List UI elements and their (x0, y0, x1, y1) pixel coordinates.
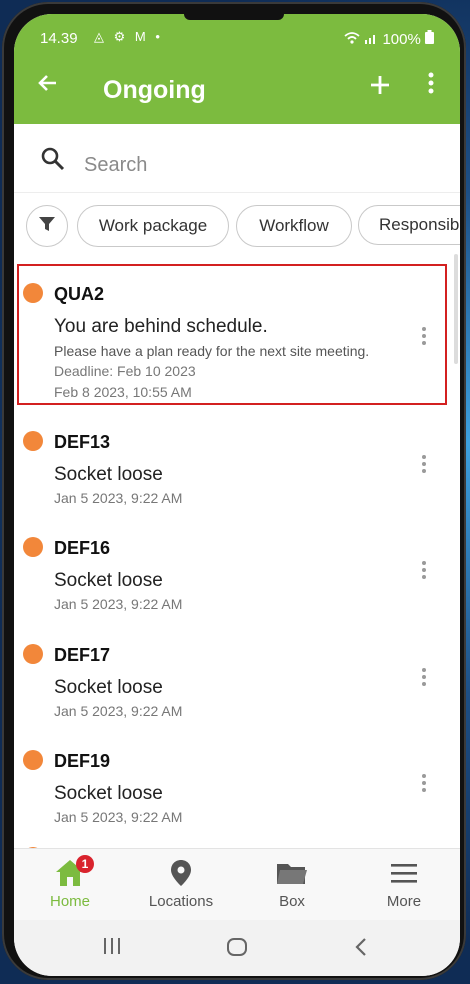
item-code: QUA2 (54, 284, 105, 304)
status-right: 100% (344, 30, 434, 48)
page-title: Ongoing (103, 76, 206, 104)
item-subject: Socket loose (54, 464, 163, 485)
status-dot (23, 283, 43, 303)
item-timestamp: Feb 8 2023, 10:55 AM (54, 384, 192, 400)
system-nav-bar (14, 920, 460, 976)
status-bar: 14.39 ◬ ⚙ M • 100% (14, 14, 460, 54)
overflow-menu-icon[interactable] (426, 72, 436, 94)
item-menu-icon[interactable] (418, 327, 430, 348)
scrollbar[interactable] (454, 254, 458, 364)
nav-locations[interactable]: Locations (131, 857, 231, 910)
notification-badge: 1 (76, 855, 94, 873)
chip-responsible[interactable]: Responsibl (358, 205, 460, 245)
item-timestamp: Jan 5 2023, 9:22 AM (54, 596, 183, 612)
nav-home[interactable]: 1 Home (20, 855, 120, 910)
screen: 14.39 ◬ ⚙ M • 100% Ongoing Search Work p… (14, 14, 460, 976)
add-icon[interactable] (368, 68, 392, 105)
item-code: DEF13 (54, 432, 111, 452)
chip-workflow[interactable]: Workflow (236, 205, 352, 247)
filter-chips: Work package Workflow Responsibl (14, 194, 460, 254)
item-menu-icon[interactable] (418, 561, 430, 582)
status-icons: ◬ ⚙ M • (94, 29, 163, 44)
back-system-icon[interactable] (354, 936, 368, 964)
signal-icon (364, 31, 382, 48)
item-code: DEF17 (54, 645, 111, 665)
app-bar: Ongoing (14, 54, 460, 124)
item-description: Please have a plan ready for the next si… (54, 343, 370, 359)
item-subject: Socket loose (54, 783, 163, 804)
back-arrow-icon[interactable] (36, 70, 60, 102)
nav-box[interactable]: Box (242, 857, 342, 910)
status-dot (23, 537, 43, 557)
search-bar[interactable]: Search (14, 124, 460, 193)
nav-more-label: More (386, 893, 422, 910)
item-timestamp: Jan 5 2023, 9:22 AM (54, 809, 183, 825)
item-menu-icon[interactable] (418, 455, 430, 476)
list-item[interactable]: QUA2 You are behind schedule. Please hav… (14, 254, 460, 408)
menu-icon (390, 862, 418, 888)
item-subject: Socket loose (54, 677, 163, 698)
list-item[interactable]: DEF17 Socket loose Jan 5 2023, 9:22 AM (14, 620, 460, 727)
item-timestamp: Jan 5 2023, 9:22 AM (54, 703, 183, 719)
item-subject: Socket loose (54, 570, 163, 591)
item-timestamp: Jan 5 2023, 9:22 AM (54, 490, 183, 506)
battery-icon (425, 30, 434, 48)
item-code: DEF19 (54, 751, 111, 771)
bottom-navigation: 1 Home Locations Box More (14, 848, 460, 921)
filter-icon (38, 215, 56, 238)
chip-work-package[interactable]: Work package (77, 205, 229, 247)
item-deadline: Deadline: Feb 10 2023 (54, 363, 196, 379)
item-menu-icon[interactable] (418, 774, 430, 795)
folder-icon (276, 860, 308, 890)
status-dot (23, 644, 43, 664)
list-item[interactable]: DEF19 Socket loose Jan 5 2023, 9:22 AM (14, 726, 460, 834)
status-dot (23, 431, 43, 451)
phone-frame: 14.39 ◬ ⚙ M • 100% Ongoing Search Work p… (2, 2, 466, 980)
list-item[interactable]: DEF13 Socket loose Jan 5 2023, 9:22 AM (14, 407, 460, 514)
search-input[interactable]: Search (84, 154, 147, 177)
wifi-icon (344, 31, 364, 48)
item-subject: You are behind schedule. (54, 316, 268, 337)
status-time: 14.39 (40, 30, 78, 47)
recent-apps-icon[interactable] (102, 936, 122, 962)
nav-home-label: Home (49, 893, 90, 910)
location-pin-icon (170, 859, 192, 891)
status-dot (23, 750, 43, 770)
home-system-icon[interactable] (226, 936, 248, 964)
item-menu-icon[interactable] (418, 668, 430, 689)
item-code: DEF16 (54, 538, 111, 558)
nav-box-label: Box (279, 893, 305, 910)
battery-percent: 100% (382, 31, 421, 48)
list-item[interactable]: DEF16 Socket loose Jan 5 2023, 9:22 AM (14, 513, 460, 621)
filter-button[interactable] (26, 205, 68, 247)
nav-locations-label: Locations (148, 893, 214, 910)
search-icon (40, 146, 66, 177)
nav-more[interactable]: More (354, 857, 454, 910)
